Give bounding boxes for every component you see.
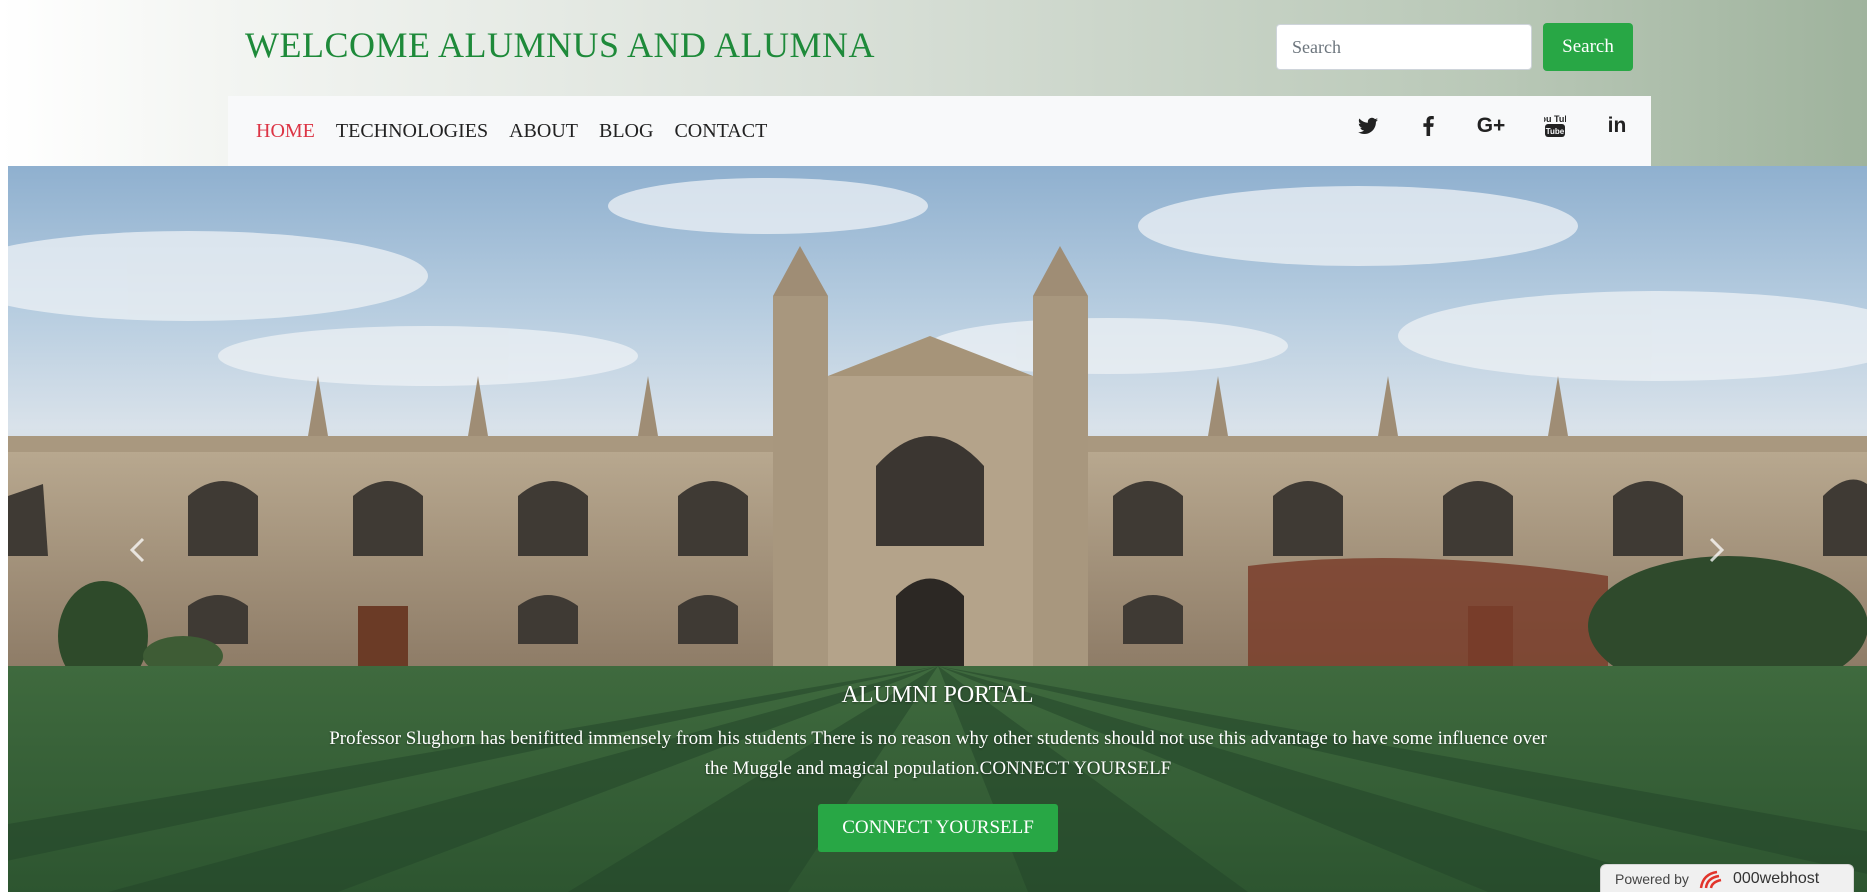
powered-by-badge[interactable]: Powered by 000webhost bbox=[1600, 864, 1854, 892]
youtube-icon[interactable]: You Tube Tube bbox=[1524, 108, 1586, 144]
connect-yourself-button[interactable]: CONNECT YOURSELF bbox=[818, 804, 1058, 852]
google-plus-icon[interactable]: G+ bbox=[1458, 108, 1524, 144]
webhost-logo-icon bbox=[1699, 870, 1722, 888]
linkedin-icon[interactable]: in bbox=[1586, 108, 1648, 144]
nav-item-home[interactable]: HOME bbox=[256, 120, 315, 143]
nav-item-about[interactable]: ABOUT bbox=[509, 120, 578, 143]
caption-text: Professor Slughorn has benifitted immens… bbox=[329, 728, 1547, 779]
chevron-left-icon bbox=[129, 537, 145, 563]
twitter-icon[interactable] bbox=[1338, 108, 1398, 144]
social-links: G+ You Tube Tube in bbox=[1338, 106, 1648, 146]
nav-item-blog[interactable]: BLOG bbox=[599, 120, 653, 143]
svg-text:Tube: Tube bbox=[1546, 127, 1565, 136]
caption-title: ALUMNI PORTAL bbox=[841, 682, 1034, 708]
carousel-next-button[interactable] bbox=[1708, 536, 1748, 596]
powered-by-brand: 000webhost bbox=[1732, 869, 1820, 887]
search-button[interactable]: Search bbox=[1543, 23, 1633, 71]
chevron-right-icon bbox=[1709, 537, 1725, 563]
facebook-icon[interactable] bbox=[1398, 108, 1458, 144]
carousel-prev-button[interactable] bbox=[128, 536, 168, 596]
hero-carousel: ALUMNI PORTAL Professor Slughorn has ben… bbox=[8, 166, 1867, 892]
svg-text:You Tube: You Tube bbox=[1544, 114, 1566, 124]
site-title: WELCOME ALUMNUS AND ALUMNA bbox=[245, 25, 876, 65]
nav-links: HOME TECHNOLOGIES ABOUT BLOG CONTACT bbox=[256, 96, 767, 166]
nav-item-contact[interactable]: CONTACT bbox=[674, 120, 767, 143]
navbar: HOME TECHNOLOGIES ABOUT BLOG CONTACT G+ … bbox=[228, 96, 1651, 166]
powered-by-label: Powered by bbox=[1615, 870, 1689, 887]
nav-item-technologies[interactable]: TECHNOLOGIES bbox=[336, 120, 488, 143]
search-input[interactable] bbox=[1276, 24, 1532, 70]
